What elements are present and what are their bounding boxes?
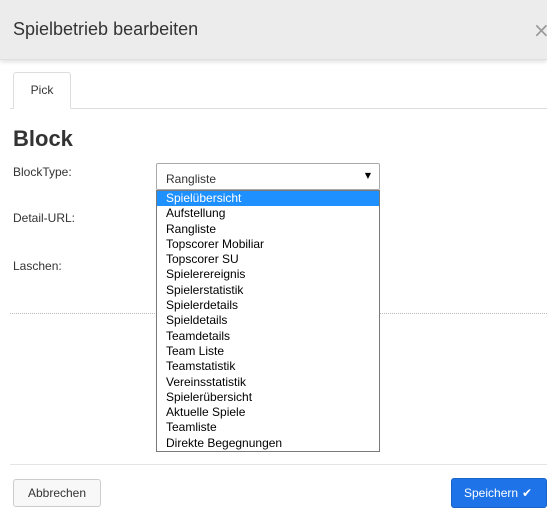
dropdown-option[interactable]: Spieldetails — [157, 313, 379, 328]
cancel-button[interactable]: Abbrechen — [13, 479, 101, 507]
detail-url-label: Detail-URL: — [13, 211, 76, 225]
block-heading: Block — [13, 126, 73, 151]
dropdown-option[interactable]: Spielerstatistik — [157, 283, 379, 298]
dropdown-option[interactable]: Aufstellung — [157, 206, 379, 221]
blocktype-select-value: Rangliste — [166, 172, 217, 186]
blocktype-select[interactable]: Rangliste ▼ — [156, 163, 380, 190]
blocktype-dropdown-list[interactable]: Spielübersicht Aufstellung Rangliste Topsco… — [156, 190, 380, 452]
close-icon[interactable]: × — [533, 20, 547, 40]
modal-header: Spielbetrieb bearbeiten × — [0, 0, 547, 60]
save-button[interactable]: Speichern ✔ — [451, 478, 547, 508]
dropdown-option[interactable]: Topscorer SU — [157, 252, 379, 267]
dropdown-option[interactable]: Direkte Begegnungen — [157, 436, 379, 451]
dropdown-option[interactable]: Teamdetails — [157, 329, 379, 344]
dropdown-option[interactable]: Teamliste — [157, 420, 379, 435]
dropdown-option[interactable]: Rangliste — [157, 222, 379, 237]
dropdown-option[interactable]: Spielerübersicht — [157, 390, 379, 405]
dropdown-option[interactable]: Spielerereignis — [157, 267, 379, 282]
laschen-label: Laschen: — [13, 259, 62, 273]
dropdown-option[interactable]: Spielerdetails — [157, 298, 379, 313]
footer-divider — [10, 464, 547, 465]
dropdown-option[interactable]: Team Liste — [157, 344, 379, 359]
tab-bar-line — [10, 108, 547, 109]
blocktype-label: BlockType: — [13, 165, 72, 179]
check-icon: ✔ — [522, 486, 533, 500]
modal-title: Spielbetrieb bearbeiten — [13, 19, 199, 39]
save-button-label: Speichern — [464, 486, 519, 500]
dropdown-option[interactable]: Topscorer Mobiliar — [157, 237, 379, 252]
dropdown-option[interactable]: Aktuelle Spiele — [157, 405, 379, 420]
dropdown-option[interactable]: Teamstatistik — [157, 359, 379, 374]
dropdown-option[interactable]: Spielübersicht — [157, 191, 379, 207]
chevron-down-icon: ▼ — [364, 171, 371, 180]
tab-pick[interactable]: Pick — [13, 72, 71, 109]
dropdown-option[interactable]: Vereinsstatistik — [157, 375, 379, 390]
